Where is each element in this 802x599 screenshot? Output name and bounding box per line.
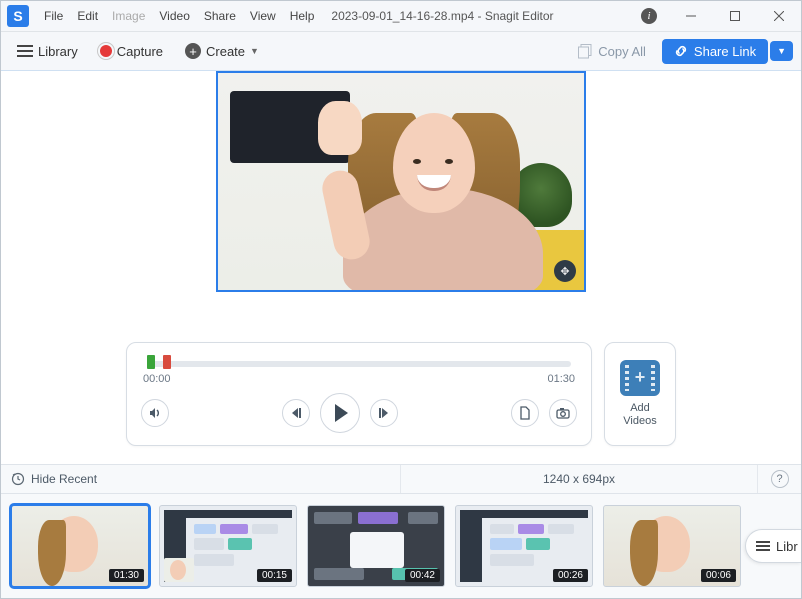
capture-button[interactable]: Capture <box>92 40 171 63</box>
hide-recent-label: Hide Recent <box>31 472 97 486</box>
camera-icon <box>556 407 570 419</box>
library-label: Library <box>38 44 78 59</box>
thumbnail-item[interactable]: 00:15 <box>159 505 297 587</box>
hamburger-icon <box>17 45 33 57</box>
window-title: 2023-09-01_14-16-28.mp4 - Snagit Editor <box>331 9 553 23</box>
speaker-icon <box>148 406 162 420</box>
document-icon <box>519 406 531 420</box>
hide-recent-button[interactable]: Hide Recent <box>1 465 401 493</box>
dimensions-display: 1240 x 694px <box>401 472 757 486</box>
step-back-button[interactable] <box>282 399 310 427</box>
close-button[interactable] <box>757 1 801 32</box>
thumbnail-item[interactable]: 00:42 <box>307 505 445 587</box>
add-videos-button[interactable]: + Add Videos <box>604 342 676 446</box>
clock-icon <box>11 472 25 486</box>
volume-button[interactable] <box>141 399 169 427</box>
step-forward-button[interactable] <box>370 399 398 427</box>
video-preview[interactable]: ✥ <box>216 71 586 292</box>
play-icon <box>335 404 348 422</box>
menu-image: Image <box>105 9 152 23</box>
add-videos-label-2: Videos <box>623 415 656 427</box>
share-link-label: Share Link <box>694 44 756 59</box>
thumbnail-item[interactable]: 00:26 <box>455 505 593 587</box>
thumbnail-duration: 00:42 <box>405 569 440 582</box>
plus-icon: + <box>185 43 201 59</box>
library-pill-button[interactable]: Libr <box>745 529 801 563</box>
chevron-down-icon: ▼ <box>250 46 259 56</box>
copy-icon <box>578 44 593 59</box>
playback-panel: 00:00 01:30 <box>126 342 592 446</box>
library-button[interactable]: Library <box>9 40 86 63</box>
help-button[interactable]: ? <box>771 470 789 488</box>
thumbnail-item[interactable]: 01:30 <box>11 505 149 587</box>
menu-video[interactable]: Video <box>152 9 196 23</box>
recent-tray: 01:30 00:15 00:42 <box>1 494 801 598</box>
app-logo-icon: S <box>7 5 29 27</box>
link-icon <box>674 44 688 58</box>
info-icon[interactable]: i <box>641 8 657 24</box>
thumbnail-duration: 01:30 <box>109 569 144 582</box>
maximize-button[interactable] <box>713 1 757 32</box>
create-button[interactable]: + Create ▼ <box>177 39 267 63</box>
add-videos-label-1: Add <box>630 402 650 414</box>
thumbnail-duration: 00:26 <box>553 569 588 582</box>
menu-help[interactable]: Help <box>283 9 322 23</box>
share-dropdown-button[interactable]: ▼ <box>770 41 793 61</box>
minimize-button[interactable] <box>669 1 713 32</box>
marker-in[interactable] <box>147 355 155 369</box>
step-back-icon <box>290 407 302 419</box>
menu-share[interactable]: Share <box>197 9 243 23</box>
step-forward-icon <box>378 407 390 419</box>
thumbnail-item[interactable]: 00:06 <box>603 505 741 587</box>
editor-canvas: ✥ 00:00 01:30 <box>1 71 801 464</box>
copy-all-label: Copy All <box>598 44 646 59</box>
marker-out[interactable] <box>163 355 171 369</box>
export-frame-button[interactable] <box>511 399 539 427</box>
thumbnail-duration: 00:15 <box>257 569 292 582</box>
share-link-button[interactable]: Share Link <box>662 39 768 64</box>
menu-file[interactable]: File <box>37 9 70 23</box>
timeline-track[interactable] <box>141 353 577 375</box>
play-button[interactable] <box>320 393 360 433</box>
hamburger-icon <box>756 541 770 551</box>
create-label: Create <box>206 44 245 59</box>
menu-view[interactable]: View <box>243 9 283 23</box>
expand-icon[interactable]: ✥ <box>554 260 576 282</box>
status-bar: Hide Recent 1240 x 694px ? <box>1 464 801 494</box>
snapshot-button[interactable] <box>549 399 577 427</box>
film-plus-icon: + <box>620 360 660 396</box>
capture-label: Capture <box>117 44 163 59</box>
title-bar: S File Edit Image Video Share View Help … <box>1 1 801 32</box>
record-icon <box>100 45 112 57</box>
thumbnail-duration: 00:06 <box>701 569 736 582</box>
main-toolbar: Library Capture + Create ▼ Copy All Shar… <box>1 32 801 71</box>
library-pill-label: Libr <box>776 539 798 554</box>
menu-edit[interactable]: Edit <box>70 9 105 23</box>
copy-all-button[interactable]: Copy All <box>570 40 654 63</box>
